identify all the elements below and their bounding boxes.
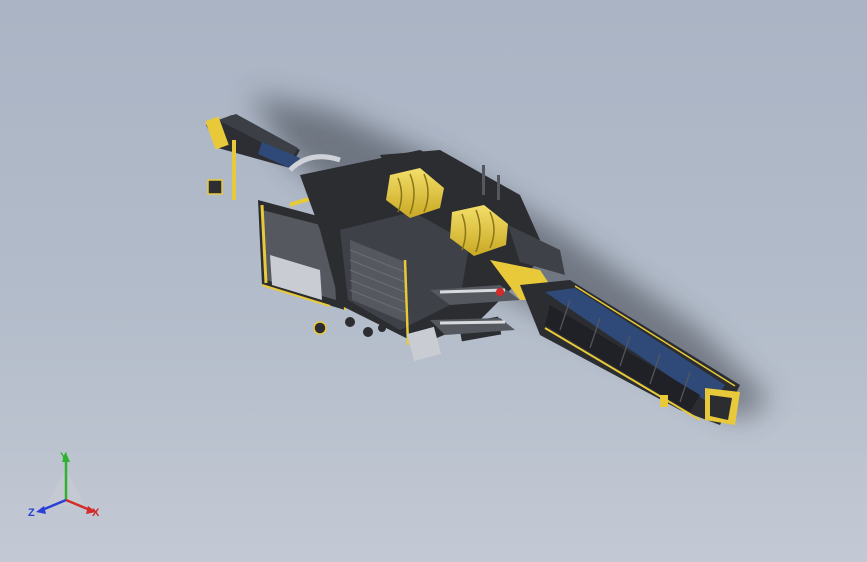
z-axis-arrow-icon (36, 506, 46, 514)
y-axis-label: Y (60, 451, 68, 463)
3d-viewport[interactable]: Y X Z (0, 0, 867, 562)
orientation-triad[interactable]: Y X Z (26, 448, 106, 523)
z-axis-label: Z (28, 507, 35, 519)
x-axis-label: X (92, 507, 100, 519)
cad-model[interactable] (0, 0, 867, 562)
